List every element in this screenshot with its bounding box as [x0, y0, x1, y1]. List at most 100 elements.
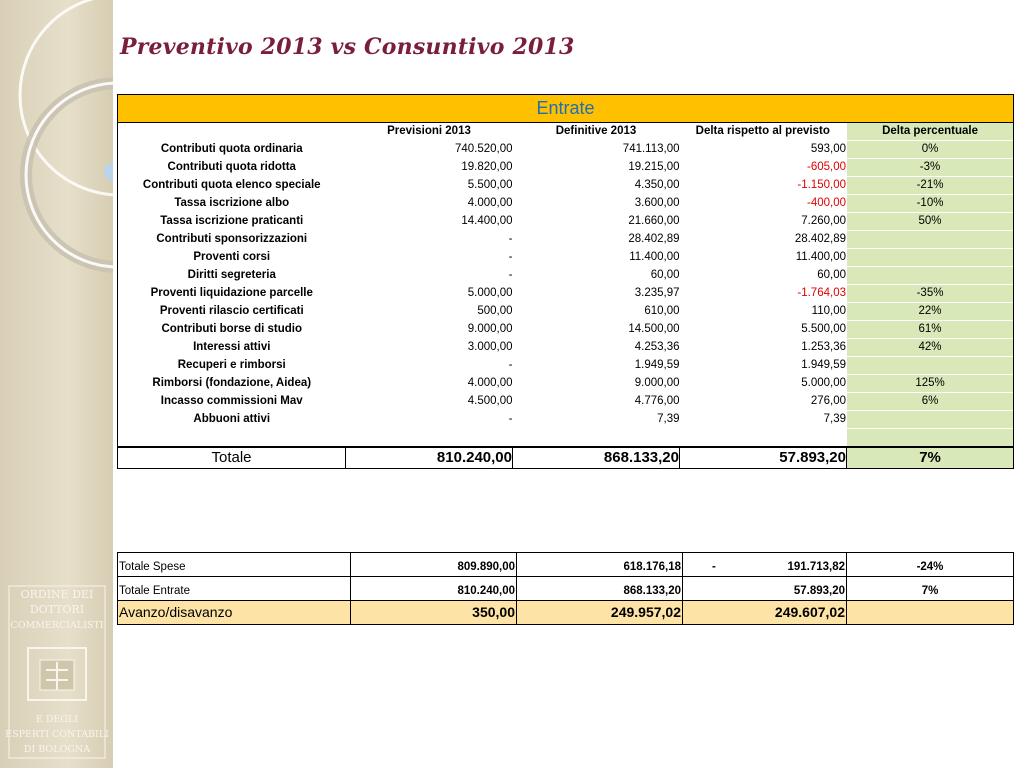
- row-definitive: 1.949,59: [634, 359, 680, 371]
- row-definitive: 4.350,00: [634, 179, 680, 191]
- svg-text:DOTTORI: DOTTORI: [30, 603, 84, 616]
- row-label: Interessi attivi: [117, 338, 346, 357]
- table-row: Diritti segreteria - 60,00 60,00: [117, 266, 1015, 285]
- row-label: Diritti segreteria: [117, 266, 346, 285]
- summary-definitive: 249.957,02: [516, 600, 683, 625]
- summary-percent: [846, 600, 1014, 625]
- row-definitive: 9.000,00: [634, 377, 680, 389]
- summary-percent: 7%: [846, 576, 1014, 601]
- spacer-cell: [845, 428, 1015, 447]
- row-delta-percentuale: 50%: [845, 212, 1015, 231]
- svg-text:COMMERCIALISTI: COMMERCIALISTI: [10, 620, 103, 631]
- row-previsioni: 19.820,00: [461, 161, 513, 173]
- table-row: Recuperi e rimborsi - 1.949,59 1.949,59: [117, 356, 1015, 375]
- logo-emblem: ORDINE DEI DOTTORI COMMERCIALISTI E DEGL…: [5, 585, 109, 759]
- row-definitive: 4.776,00: [634, 395, 680, 407]
- total-previsioni: 810.240,00: [345, 446, 513, 469]
- row-delta: 11.400,00: [795, 251, 846, 263]
- summary-previsioni: 350,00: [350, 600, 517, 625]
- row-delta: -605,00: [806, 161, 846, 173]
- row-delta: 5.500,00: [801, 323, 846, 335]
- row-delta-percentuale: 6%: [845, 392, 1015, 411]
- spacer-cell: [513, 429, 680, 448]
- svg-text:ORDINE DEI: ORDINE DEI: [21, 588, 94, 601]
- table-row: Rimborsi (fondazione, Aidea) 4.000,00 9.00…: [117, 374, 1015, 393]
- row-delta: -1.764,03: [797, 287, 846, 299]
- row-definitive: 19.215,00: [628, 161, 680, 173]
- delta-sign: -: [712, 561, 716, 573]
- column-header-row: Previsioni 2013 Definitive 2013 Delta ri…: [117, 122, 1015, 141]
- row-previsioni: 14.400,00: [461, 215, 513, 227]
- row-delta-percentuale: 61%: [845, 320, 1015, 339]
- entrate-table: Entrate Previsioni 2013 Definitive 2013 …: [116, 94, 1015, 469]
- row-label: Contributi quota elenco speciale: [117, 176, 346, 195]
- row-label: Contributi quota ordinaria: [117, 140, 346, 159]
- row-definitive: 60,00: [650, 269, 680, 281]
- row-label: Proventi liquidazione parcelle: [117, 284, 346, 303]
- summary-table: Totale Spese 809.890,00 618.176,18 - 191.…: [117, 552, 1014, 625]
- table-row: Abbuoni attivi - 7,39 7,39: [117, 410, 1015, 429]
- row-previsioni: 9.000,00: [467, 323, 513, 335]
- summary-previsioni: 809.890,00: [350, 552, 517, 577]
- row-delta-percentuale: [845, 266, 1015, 285]
- summary-row-spese: Totale Spese 809.890,00 618.176,18 - 191.…: [117, 552, 1014, 577]
- row-previsioni: 500,00: [477, 305, 513, 317]
- table-row: Proventi liquidazione parcelle 5.000,00 3.…: [117, 284, 1015, 303]
- row-definitive: 7,39: [657, 413, 680, 425]
- row-label: Contributi quota ridotta: [117, 158, 346, 177]
- svg-text:DI BOLOGNA: DI BOLOGNA: [24, 744, 90, 755]
- row-label: Proventi corsi: [117, 248, 346, 267]
- row-delta-percentuale: 42%: [845, 338, 1015, 357]
- row-previsioni: 4.500,00: [467, 395, 513, 407]
- column-header-label: [117, 122, 346, 141]
- row-delta: 5.000,00: [801, 377, 846, 389]
- row-label: Incasso commissioni Mav: [117, 392, 346, 411]
- row-delta: 1.253,36: [801, 341, 846, 353]
- decorative-side-panel: ORDINE DEI DOTTORI COMMERCIALISTI E DEGL…: [0, 0, 113, 768]
- row-previsioni: -: [508, 359, 513, 371]
- row-definitive: 3.600,00: [634, 197, 680, 209]
- summary-row-entrate: Totale Entrate 810.240,00 868.133,20 57.…: [117, 576, 1014, 601]
- summary-delta: 249.607,02: [682, 600, 847, 625]
- row-previsioni: 4.000,00: [467, 197, 513, 209]
- summary-previsioni: 810.240,00: [350, 576, 517, 601]
- row-delta-percentuale: 125%: [845, 374, 1015, 393]
- total-delta: 57.893,20: [679, 446, 847, 469]
- row-definitive: 3.235,97: [634, 287, 680, 299]
- row-label: Recuperi e rimborsi: [117, 356, 346, 375]
- row-label: Tassa iscrizione albo: [117, 194, 346, 213]
- table-row: Tassa iscrizione albo 4.000,00 3.600,00 -40…: [117, 194, 1015, 213]
- row-delta-percentuale: [845, 230, 1015, 249]
- row-label: Contributi borse di studio: [117, 320, 346, 339]
- svg-text:E DEGLI: E DEGLI: [36, 714, 78, 725]
- summary-label: Totale Spese: [117, 552, 351, 577]
- row-delta: 276,00: [810, 395, 846, 407]
- summary-delta: 57.893,20: [682, 576, 847, 601]
- summary-label: Totale Entrate: [117, 576, 351, 601]
- row-label: Rimborsi (fondazione, Aidea): [117, 374, 346, 393]
- summary-definitive: 868.133,20: [516, 576, 683, 601]
- summary-label: Avanzo/disavanzo: [117, 600, 351, 625]
- summary-definitive: 618.176,18: [516, 552, 683, 577]
- column-header-delta-percentuale: Delta percentuale: [845, 122, 1015, 141]
- row-definitive: 28.402,89: [628, 233, 680, 245]
- decorative-rings: ORDINE DEI DOTTORI COMMERCIALISTI E DEGL…: [5, 0, 113, 759]
- row-delta-percentuale: -35%: [845, 284, 1015, 303]
- spacer-cell: [346, 429, 513, 448]
- row-definitive: 610,00: [644, 305, 680, 317]
- table-row: Incasso commissioni Mav 4.500,00 4.776,00 2…: [117, 392, 1015, 411]
- row-previsioni: -: [508, 251, 513, 263]
- table-row: Contributi quota ordinaria 740.520,00 741.…: [117, 140, 1015, 159]
- spacer-row: [117, 428, 1015, 448]
- column-header-previsioni: Previsioni 2013: [387, 125, 471, 138]
- row-delta: 7.260,00: [801, 215, 846, 227]
- total-label: Totale: [117, 446, 346, 469]
- column-header-delta: Delta rispetto al previsto: [695, 125, 830, 138]
- table-row: Proventi corsi - 11.400,00 11.400,00: [117, 248, 1015, 267]
- row-delta-percentuale: [845, 356, 1015, 375]
- row-definitive: 11.400,00: [629, 251, 680, 263]
- row-label: Abbuoni attivi: [117, 410, 346, 429]
- table-row: Contributi borse di studio 9.000,00 14.500…: [117, 320, 1015, 339]
- row-delta-percentuale: 22%: [845, 302, 1015, 321]
- row-delta: 28.402,89: [794, 233, 846, 245]
